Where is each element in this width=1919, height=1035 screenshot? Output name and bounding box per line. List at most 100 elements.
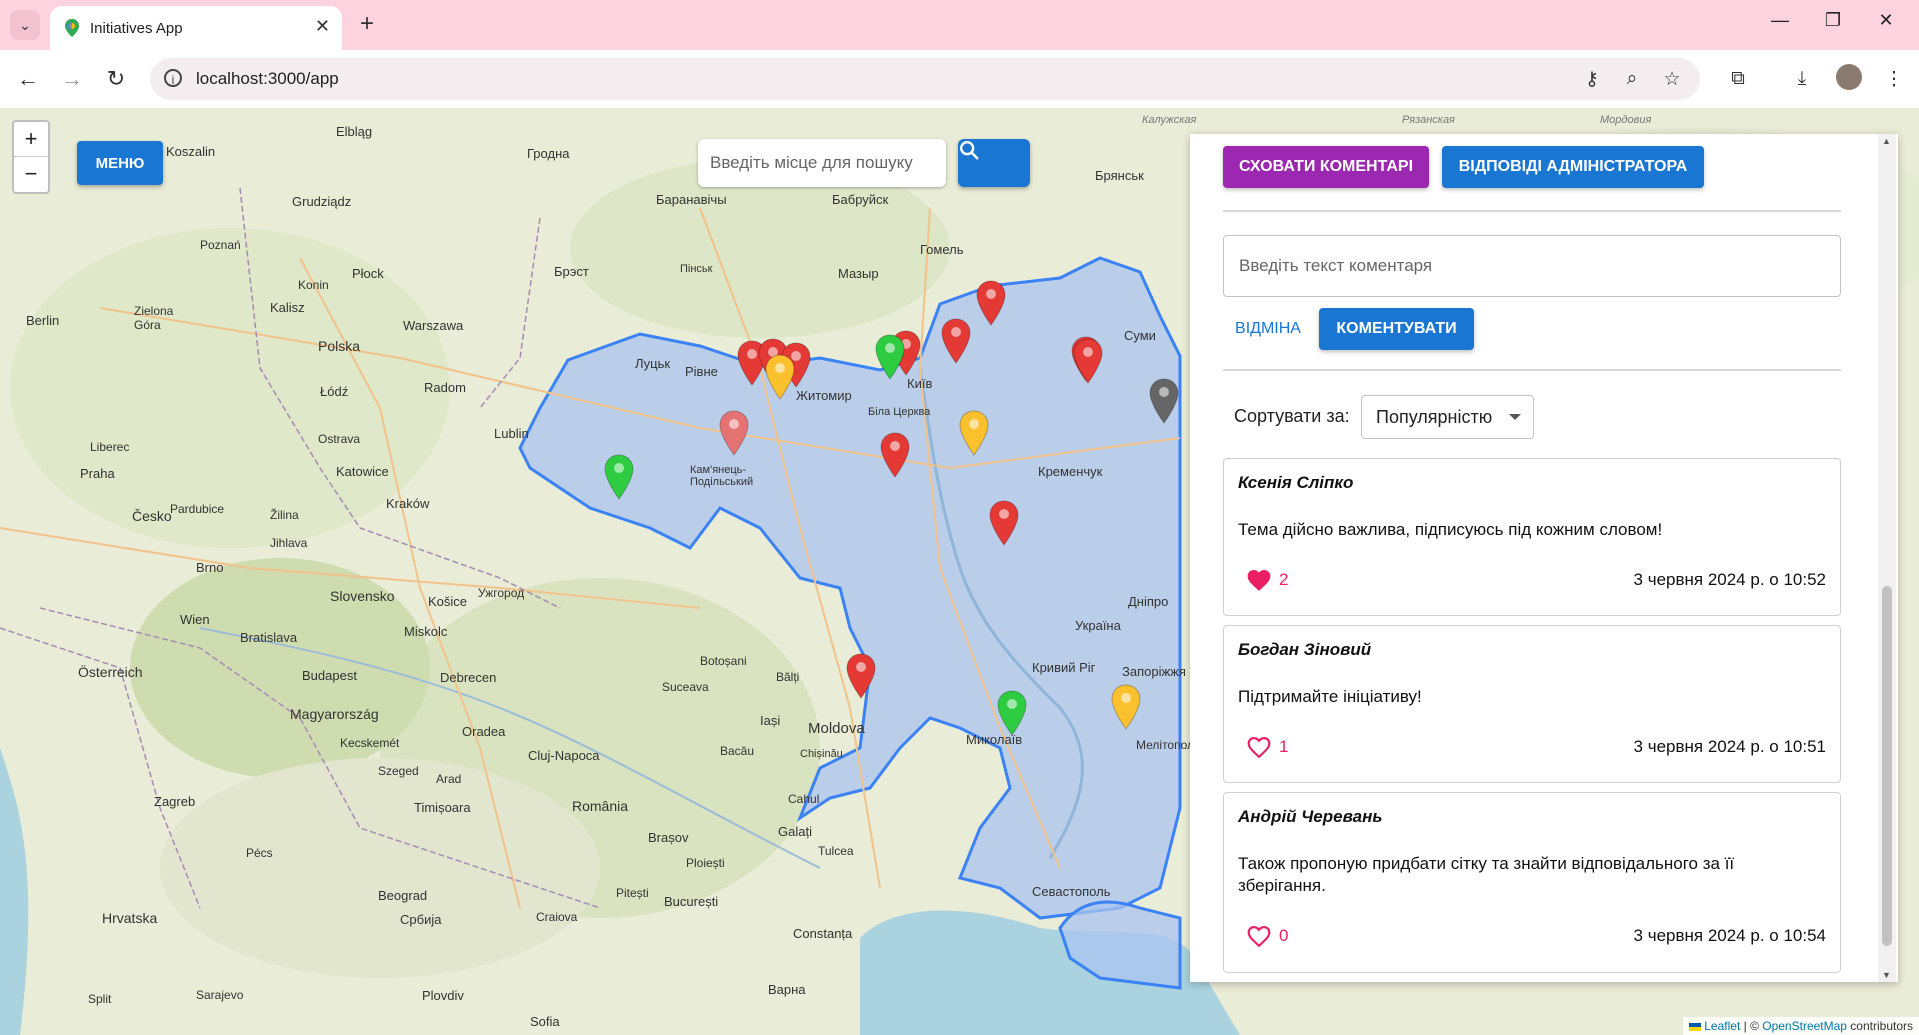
openstreetmap-link[interactable]: OpenStreetMap: [1762, 1019, 1847, 1033]
map-label: Tulcea: [818, 844, 854, 858]
map-marker-icon[interactable]: [975, 280, 1007, 326]
more-menu-icon[interactable]: ⋮: [1880, 68, 1908, 91]
map-label: Chișinău: [800, 748, 843, 760]
attribution-suffix: contributors: [1846, 1019, 1913, 1033]
map-label: Česko: [132, 508, 172, 524]
site-info-icon[interactable]: i: [164, 69, 182, 87]
search-button[interactable]: [958, 139, 1030, 187]
submit-comment-button[interactable]: КОМЕНТУВАТИ: [1319, 308, 1474, 350]
scroll-up-icon[interactable]: ▲: [1882, 136, 1891, 146]
minimize-icon[interactable]: —: [1760, 10, 1800, 31]
extensions-icon[interactable]: ⧉: [1724, 68, 1752, 90]
zoom-icon[interactable]: ⌕: [1618, 68, 1646, 90]
like-count: 1: [1279, 737, 1289, 756]
map-label: Севастополь: [1032, 884, 1111, 899]
map-label: Brașov: [648, 830, 689, 845]
reload-icon[interactable]: ↻: [102, 66, 130, 92]
map-marker-icon[interactable]: [1072, 338, 1104, 384]
sort-select[interactable]: Популярністю: [1361, 395, 1534, 439]
scroll-down-icon[interactable]: ▼: [1882, 970, 1891, 980]
map-label: Wien: [180, 612, 210, 627]
map-label: Bacău: [720, 744, 755, 758]
map-marker-icon[interactable]: [764, 354, 796, 400]
map-label: Pardubice: [170, 502, 225, 516]
zoom-in-button[interactable]: +: [14, 122, 48, 157]
map-marker-icon[interactable]: [1148, 378, 1180, 424]
zoom-out-button[interactable]: −: [14, 157, 48, 191]
map-marker-icon[interactable]: [1110, 684, 1142, 730]
download-icon[interactable]: ⤓: [1788, 68, 1816, 90]
comment-text: Також пропоную придбати сітку та знайти …: [1238, 854, 1735, 895]
map-marker-icon[interactable]: [845, 653, 877, 699]
map-marker-icon[interactable]: [879, 432, 911, 478]
heart-outline-icon[interactable]: [1246, 924, 1272, 948]
bookmark-star-icon[interactable]: ☆: [1658, 68, 1686, 91]
map-label: Брэст: [554, 264, 589, 279]
map-label: Bratislava: [240, 630, 298, 645]
profile-avatar[interactable]: [1836, 64, 1862, 90]
map-marker-icon[interactable]: [996, 690, 1028, 736]
panel-scrollbar[interactable]: ▲ ▼: [1878, 134, 1896, 982]
restore-icon[interactable]: ❐: [1813, 10, 1853, 31]
address-bar[interactable]: i localhost:3000/app ⚷ ⌕ ☆: [150, 58, 1700, 100]
hide-comments-button[interactable]: СХОВАТИ КОМЕНТАРІ: [1223, 146, 1429, 188]
map-marker-icon[interactable]: [874, 334, 906, 380]
browser-tab[interactable]: Initiatives App ✕: [50, 6, 342, 50]
admin-replies-button[interactable]: ВІДПОВІДІ АДМІНІСТРАТОРА: [1442, 146, 1704, 188]
map-label: Iași: [760, 713, 781, 728]
leaflet-link[interactable]: Leaflet: [1704, 1019, 1740, 1033]
comment-text: Тема дійсно важлива, підписуюсь під кожн…: [1238, 520, 1663, 539]
back-icon[interactable]: ←: [14, 66, 42, 92]
map-label: Elbląg: [336, 124, 373, 139]
close-tab-icon[interactable]: ✕: [315, 16, 330, 37]
comment-text-input[interactable]: Введіть текст коментаря: [1223, 235, 1841, 297]
map-label: Płock: [352, 266, 384, 281]
new-tab-icon[interactable]: +: [352, 10, 382, 38]
map-label: Budapest: [302, 668, 357, 683]
map-label: Split: [88, 992, 112, 1006]
like-count: 0: [1279, 926, 1289, 945]
heart-outline-icon[interactable]: [1246, 735, 1272, 759]
map-label: Брянськ: [1095, 168, 1144, 183]
password-key-icon[interactable]: ⚷: [1578, 68, 1606, 91]
heart-filled-icon[interactable]: [1246, 568, 1272, 592]
map-label: Košice: [428, 594, 468, 609]
map-label: Україна: [1075, 618, 1121, 633]
map-marker-icon[interactable]: [603, 454, 635, 500]
menu-button[interactable]: МЕНЮ: [77, 141, 163, 185]
map-label: Kecskemét: [340, 736, 400, 750]
map-label: Constanța: [793, 926, 853, 941]
attribution-separator: | ©: [1740, 1019, 1763, 1033]
map-label: Slovensko: [330, 588, 395, 604]
place-search-input[interactable]: Введіть місце для пошуку: [698, 139, 946, 187]
map-label: Miskolc: [404, 624, 448, 639]
forward-icon[interactable]: →: [58, 66, 86, 92]
map-label: Гомель: [920, 242, 964, 257]
map-marker-icon[interactable]: [718, 410, 750, 456]
map-label: Hrvatska: [102, 910, 158, 926]
map-label: Бабруйск: [832, 192, 889, 207]
map-label: Гродна: [527, 146, 570, 161]
comment-author: Ксенія Сліпко: [1238, 473, 1354, 492]
cancel-button[interactable]: ВІДМІНА: [1223, 308, 1313, 350]
map-label: Sofia: [530, 1014, 560, 1029]
map-marker-icon[interactable]: [988, 500, 1020, 546]
search-icon: [960, 141, 979, 160]
map-label: Debrecen: [440, 670, 497, 685]
map-label: Cahul: [788, 792, 820, 806]
close-window-icon[interactable]: ✕: [1866, 10, 1906, 31]
dropdown-arrow-icon: [1509, 414, 1521, 420]
map-label: Дніпро: [1128, 594, 1169, 609]
url-text: localhost:3000/app: [196, 69, 339, 88]
map-label: Кам'янець-Подільський: [690, 464, 754, 488]
map-label: Plovdiv: [422, 988, 464, 1003]
map-marker-icon[interactable]: [940, 318, 972, 364]
map-marker-icon[interactable]: [958, 410, 990, 456]
map-label: Баранавічы: [656, 192, 727, 207]
map-label: Łódź: [320, 384, 349, 399]
map-label: Craiova: [536, 910, 578, 924]
map-label: Szeged: [378, 764, 419, 778]
tab-search-button[interactable]: ⌄: [10, 10, 40, 40]
divider: [1223, 210, 1841, 212]
scrollbar-thumb[interactable]: [1882, 586, 1892, 946]
